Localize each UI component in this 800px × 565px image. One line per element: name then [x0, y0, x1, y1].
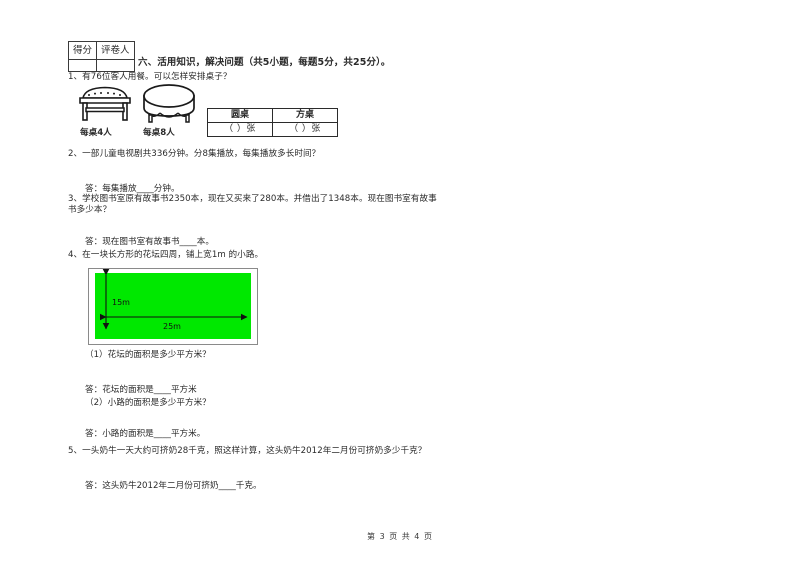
flowerbed-height-label: 15m	[112, 298, 130, 307]
question-5-text: 5、一头奶牛一天大约可挤奶28千克，照这样计算，这头奶牛2012年二月份可挤奶多…	[68, 446, 427, 456]
score-value-cell[interactable]	[67, 59, 98, 72]
page-footer: 第 3 页 共 4 页	[367, 532, 433, 541]
square-table-icon	[75, 84, 135, 130]
round-table-header: 圆桌	[207, 108, 273, 123]
round-table-caption: 每桌8人	[143, 128, 175, 138]
square-table-header: 方桌	[272, 108, 338, 123]
score-table-header-row: 得分 评卷人	[67, 41, 135, 60]
score-table: 得分 评卷人	[67, 41, 135, 72]
question-2-text: 2、一部儿童电视剧共336分钟。分8集播放，每集播放多长时间？	[68, 149, 321, 159]
round-table-icon	[140, 82, 198, 130]
question-3-answer[interactable]: 答：现在图书室有故事书____本。	[85, 237, 214, 248]
flowerbed-width-label: 25m	[163, 322, 181, 331]
question-4-sub2-prompt: （2）小路的面积是多少平方米？	[85, 398, 211, 408]
question-1-answer-table: 圆桌 方桌 （ ）张 （ ）张	[207, 108, 338, 137]
section-title: 六、活用知识，解决问题（共5小题，每题5分，共25分）。	[138, 57, 391, 68]
square-table-caption: 每桌4人	[80, 128, 112, 138]
q1-table-header-row: 圆桌 方桌	[207, 108, 338, 123]
exam-page: 得分 评卷人 六、活用知识，解决问题（共5小题，每题5分，共25分）。 1、有7…	[0, 0, 800, 565]
score-header-cell: 得分	[67, 41, 98, 60]
q1-table-value-row: （ ）张 （ ）张	[207, 122, 338, 137]
square-table-count-cell[interactable]: （ ）张	[272, 122, 338, 137]
question-3-text-line2: 书多少本？	[68, 205, 112, 215]
question-4-sub1-prompt: （1）花坛的面积是多少平方米？	[85, 350, 211, 360]
flowerbed-diagram: 15m 25m	[88, 268, 258, 345]
grader-header-cell: 评卷人	[96, 41, 135, 60]
question-4-sub1-answer[interactable]: 答：花坛的面积是____平方米	[85, 385, 197, 396]
score-table-value-row	[67, 59, 135, 72]
question-5-answer[interactable]: 答：这头奶牛2012年二月份可挤奶____千克。	[85, 481, 262, 492]
grader-value-cell[interactable]	[96, 59, 135, 72]
round-table-count-cell[interactable]: （ ）张	[207, 122, 273, 137]
question-4-sub2-answer[interactable]: 答：小路的面积是____平方米。	[85, 429, 205, 440]
question-4-text: 4、在一块长方形的花坛四周，铺上宽1m 的小路。	[68, 250, 264, 260]
question-3-text-line1: 3、学校图书室原有故事书2350本，现在又买来了280本。并借出了1348本。现…	[68, 194, 437, 204]
